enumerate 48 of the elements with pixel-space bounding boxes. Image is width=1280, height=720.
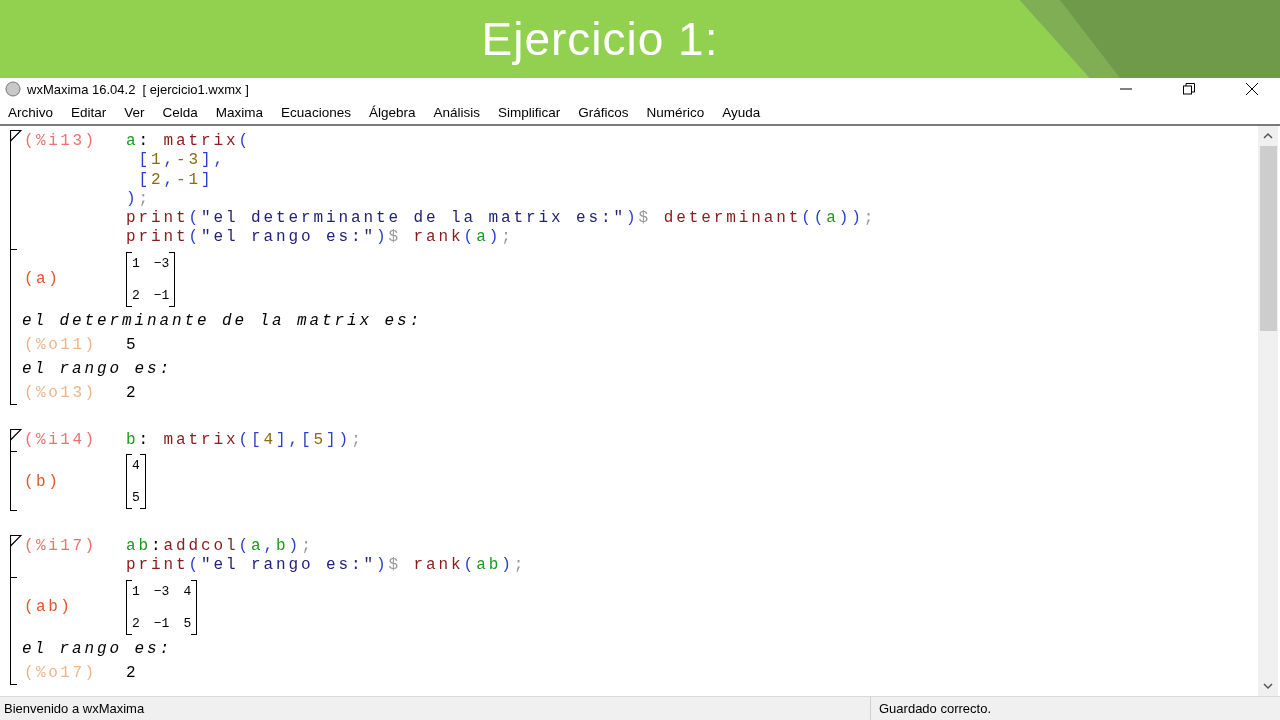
- menu-item[interactable]: Ayuda: [722, 104, 761, 120]
- code-line[interactable]: ab:addcol(a,b);: [126, 537, 527, 557]
- slide-title: Ejercicio 1:: [481, 12, 719, 66]
- output-label: (ab): [24, 598, 74, 617]
- app-icon: [5, 81, 21, 97]
- printed-output: el rango es:: [22, 639, 173, 658]
- restore-icon: [1182, 83, 1195, 95]
- printed-output: el rango es:: [22, 359, 173, 378]
- menu-item[interactable]: Maxima: [215, 104, 264, 120]
- output-value: 2: [126, 663, 136, 682]
- output-label: (%o13): [24, 383, 98, 402]
- output-value: 2: [126, 383, 136, 402]
- menu-item[interactable]: Análisis: [433, 104, 480, 120]
- printed-output: el determinante de la matrix es:: [22, 311, 423, 330]
- output-label: (b): [24, 472, 62, 491]
- input-label: (%i14): [24, 430, 98, 451]
- menu-item[interactable]: Celda: [162, 104, 198, 120]
- output-label: (%o17): [24, 663, 98, 682]
- result-matrix: 1 −3 4 2 −1 5: [126, 579, 198, 635]
- input-label: (%i17): [24, 537, 98, 557]
- menu-item[interactable]: Ecuaciones: [281, 104, 351, 120]
- code-line[interactable]: [2,-1]: [126, 170, 877, 190]
- code-line[interactable]: b: matrix([4],[5]);: [126, 430, 364, 451]
- code-line[interactable]: print("el determinante de la matrix es:")$ determinant((a));: [126, 209, 877, 229]
- output-label: (%o11): [24, 335, 98, 354]
- menu-item[interactable]: Gráficos: [578, 104, 629, 120]
- status-text: Bienvenido a wxMaxima: [0, 697, 871, 720]
- menu-item[interactable]: Álgebra: [368, 104, 416, 120]
- code-line[interactable]: [1,-3],: [126, 151, 877, 171]
- menu-item[interactable]: Archivo: [8, 104, 53, 120]
- code-line[interactable]: a: matrix(: [126, 132, 877, 152]
- input-label: (%i13): [24, 132, 98, 152]
- menu-item[interactable]: Simplificar: [498, 104, 561, 120]
- menu-item[interactable]: Ver: [124, 104, 145, 120]
- result-matrix: 4 5: [126, 454, 146, 510]
- scrollbar-thumb[interactable]: [1259, 146, 1277, 331]
- close-icon: [1245, 83, 1258, 95]
- menu-item[interactable]: Numérico: [646, 104, 705, 120]
- code-line[interactable]: print("el rango es:")$ rank(a);: [126, 228, 877, 248]
- code-line[interactable]: print("el rango es:")$ rank(ab);: [126, 556, 527, 576]
- status-text: Guardado correcto.: [878, 700, 992, 718]
- output-label: (a): [24, 270, 62, 289]
- code-line[interactable]: );: [126, 189, 877, 210]
- window-title: wxMaxima 16.04.2 [ ejercicio1.wxmx ]: [27, 81, 250, 97]
- menu-item[interactable]: Editar: [71, 104, 107, 120]
- output-value: 5: [126, 335, 136, 354]
- scrollbar[interactable]: [1258, 126, 1278, 696]
- result-matrix: 1 −3 2 −1: [126, 251, 176, 307]
